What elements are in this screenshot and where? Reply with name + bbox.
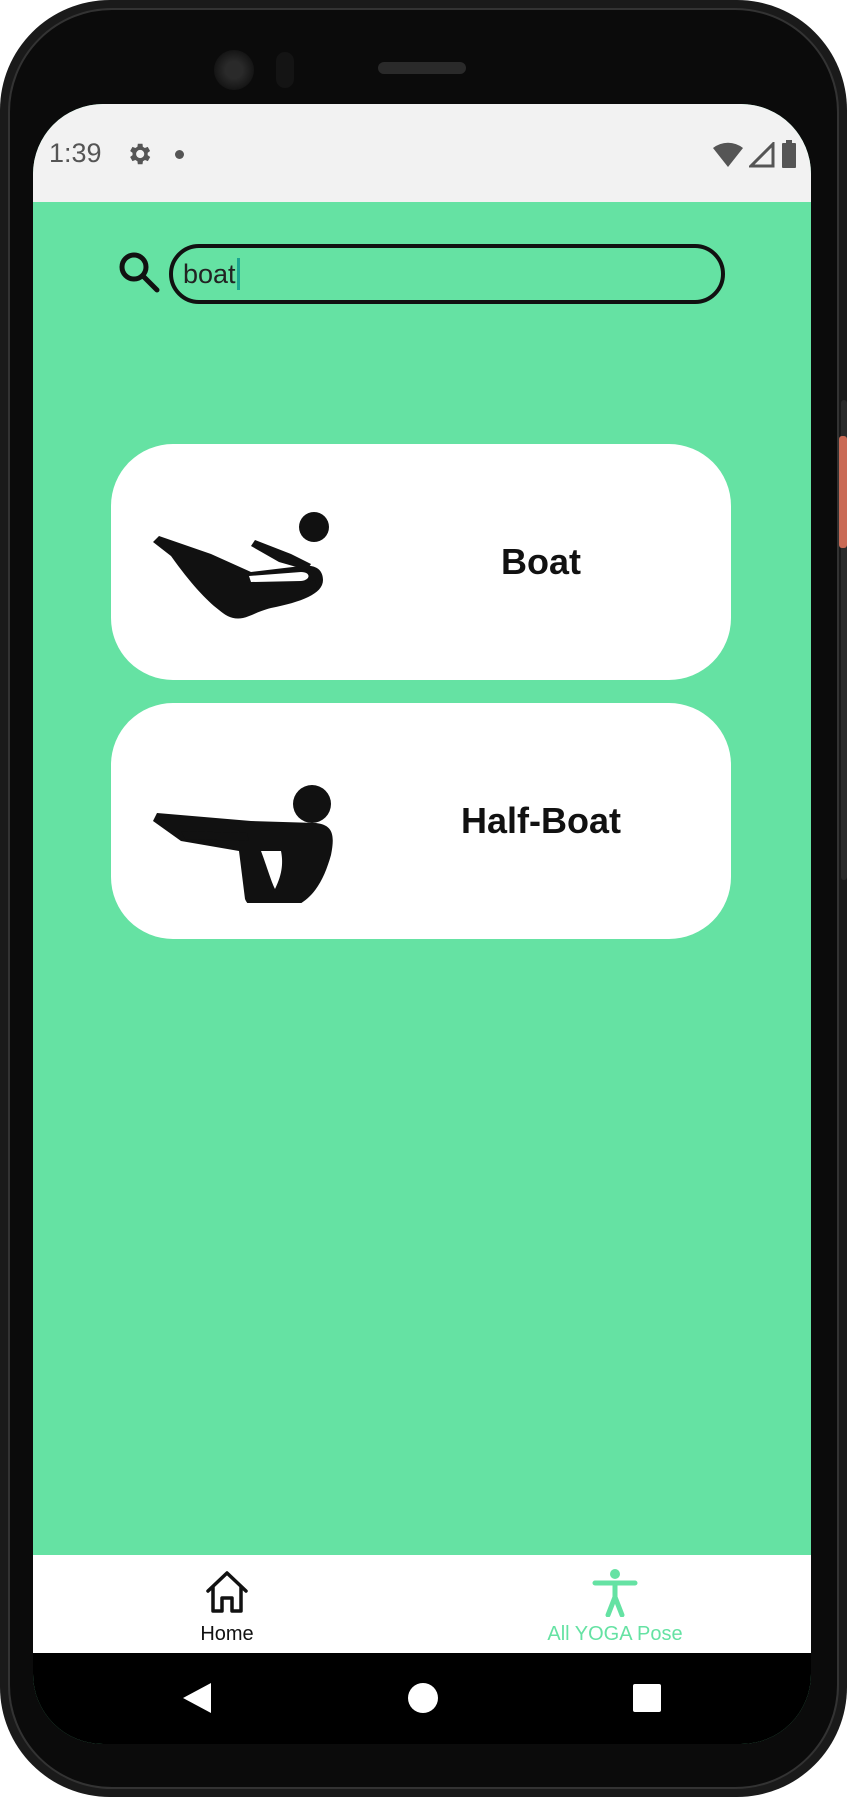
phone-frame: 1:39 boat Boat Half-Boat Home All YOGA P… — [0, 0, 847, 1797]
nav-home-label: Home — [200, 1623, 254, 1645]
battery-icon — [782, 140, 796, 168]
recents-icon[interactable] — [631, 1681, 663, 1715]
cell-signal-icon — [749, 142, 775, 168]
bottom-navigation: Home All YOGA Pose — [33, 1555, 811, 1653]
pose-name: Half-Boat — [461, 800, 621, 841]
text-caret — [236, 258, 240, 290]
pose-card-boat[interactable]: Boat — [111, 444, 731, 680]
accessibility-person-icon — [592, 1569, 638, 1617]
power-button — [839, 436, 847, 548]
status-bar: 1:39 — [33, 104, 811, 202]
system-navigation-bar — [33, 1653, 811, 1744]
nav-all-yoga-pose-label: All YOGA Pose — [547, 1623, 683, 1645]
screen: 1:39 boat Boat Half-Boat Home All YOGA P… — [33, 104, 811, 1744]
pose-card-half-boat[interactable]: Half-Boat — [111, 703, 731, 939]
search-icon[interactable] — [117, 250, 161, 294]
half-boat-pose-icon — [153, 785, 333, 903]
gear-icon — [130, 143, 151, 165]
nav-all-yoga-pose[interactable]: All YOGA Pose — [515, 1555, 715, 1653]
sensor — [276, 52, 294, 88]
status-time: 1:39 — [49, 138, 102, 168]
home-icon — [206, 1571, 248, 1613]
wifi-icon — [713, 142, 743, 167]
status-icons — [713, 140, 797, 168]
pose-list-screen: boat Boat Half-Boat — [33, 202, 811, 1552]
home-circle-icon[interactable] — [407, 1681, 439, 1715]
search-input-value: boat — [183, 258, 236, 289]
earpiece-speaker — [378, 62, 466, 74]
search-input[interactable]: boat — [169, 244, 725, 304]
nav-home[interactable]: Home — [127, 1555, 327, 1653]
pose-name: Boat — [501, 541, 581, 582]
front-camera — [214, 50, 254, 90]
notification-dot-icon — [175, 150, 184, 159]
boat-pose-icon — [153, 512, 329, 619]
back-icon[interactable] — [181, 1681, 213, 1715]
search-bar: boat — [117, 244, 757, 304]
